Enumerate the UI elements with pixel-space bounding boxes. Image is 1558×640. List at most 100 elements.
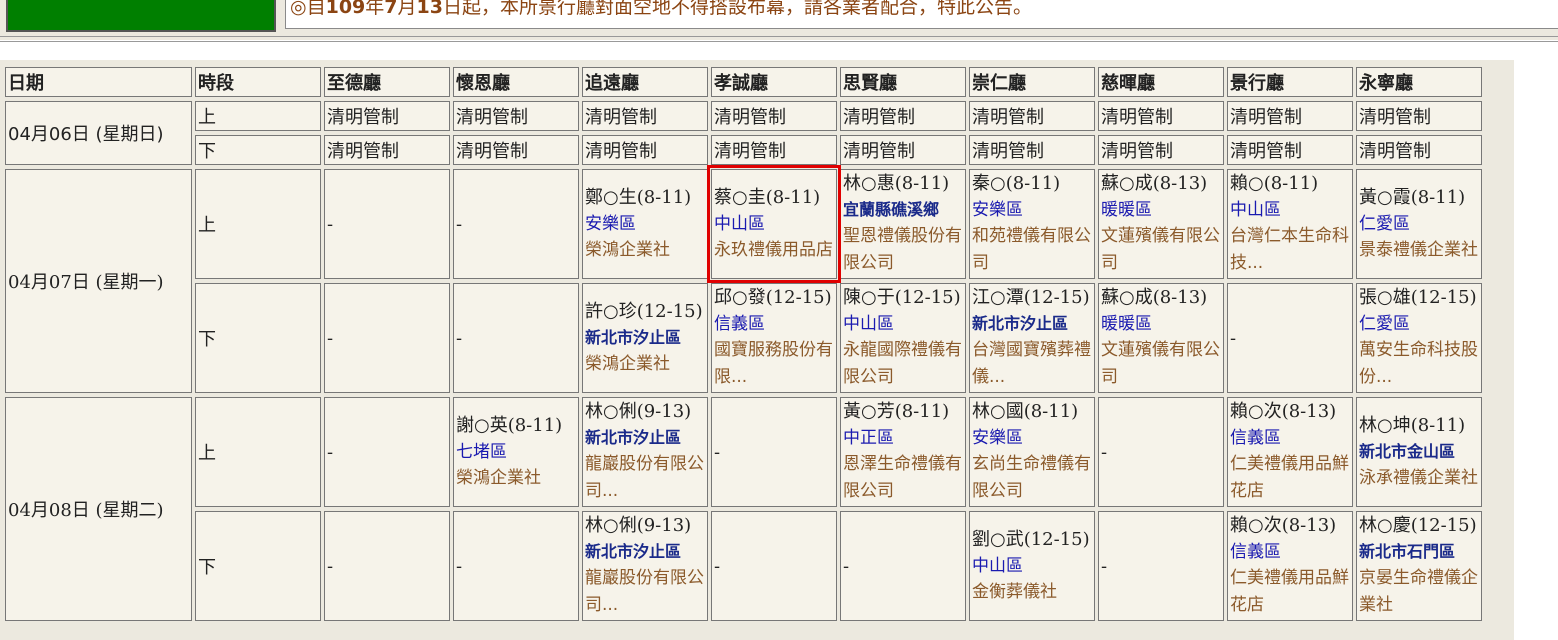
empty-cell: - — [453, 511, 579, 621]
district-link[interactable]: 新北市汐止區 — [972, 311, 1092, 337]
empty-cell: - — [453, 169, 579, 279]
empty-cell: - — [711, 511, 837, 621]
booking-cell: 蘇○成(8-13) 暖暖區文蓮殯儀有限公司 — [1098, 169, 1224, 279]
empty-cell: - — [324, 169, 450, 279]
empty-cell: - — [1227, 283, 1353, 393]
empty-cell: - — [324, 283, 450, 393]
funeral-firm: 永龍國際禮儀有限公司 — [843, 340, 962, 387]
funeral-firm: 仁美禮儀用品鮮花店 — [1230, 454, 1349, 501]
booking-cell: 張○雄(12-15) 仁愛區 萬安生命科技股份... — [1356, 283, 1482, 393]
empty-cell: - — [324, 397, 450, 507]
district-link[interactable]: 暖暖區 — [1101, 311, 1221, 337]
empty-cell: - — [453, 283, 579, 393]
deceased-name: 蘇○成(8-13) — [1101, 173, 1208, 194]
district-link[interactable]: 信義區 — [1230, 539, 1350, 565]
deceased-name: 陳○于(12-15) — [843, 287, 961, 308]
district-link[interactable]: 中正區 — [843, 425, 963, 451]
district-link[interactable]: 安樂區 — [972, 425, 1092, 451]
funeral-firm: 永玖禮儀用品店 — [714, 239, 833, 260]
district-link[interactable]: 中山區 — [1230, 197, 1350, 223]
deceased-name: 賴○次(8-13) — [1230, 401, 1337, 422]
booking-cell: 清明管制 — [324, 101, 450, 131]
district-link[interactable]: 新北市汐止區 — [585, 425, 705, 451]
district-link[interactable]: 中山區 — [714, 211, 834, 237]
empty-cell: - — [840, 511, 966, 621]
district-link[interactable]: 信義區 — [714, 311, 834, 337]
district-link[interactable]: 新北市石門區 — [1359, 539, 1479, 565]
booking-cell: 黃○霞(8-11) 仁愛區 景泰禮儀企業社 — [1356, 169, 1482, 279]
district-link[interactable]: 仁愛區 — [1359, 211, 1479, 237]
funeral-firm: 榮鴻企業社 — [585, 353, 670, 374]
deceased-name: 林○俐(9-13) — [585, 401, 692, 422]
funeral-firm: 恩澤生命禮儀有限公司 — [843, 454, 962, 501]
booking-cell: 林○俐(9-13) 新北市汐止區龍巖股份有限公司... — [582, 511, 708, 621]
deceased-name: 蔡○圭(8-11) — [714, 186, 821, 208]
funeral-firm: 文蓮殯儀有限公司 — [1101, 226, 1220, 273]
booking-cell: 林○慶(12-15) 新北市石門區 京晏生命禮儀企業社 — [1356, 511, 1482, 621]
table-row: 04月08日 (星期二) 上 - 謝○英(8-11) 七堵區 榮鴻企業社 林○俐(9-13)… — [5, 397, 1482, 621]
column-header: 慈暉廳 — [1098, 67, 1224, 97]
funeral-firm: 榮鴻企業社 — [585, 239, 670, 260]
empty-cell: - — [324, 511, 450, 621]
district-link[interactable]: 新北市汐止區 — [585, 325, 705, 351]
deceased-name: 林○俐(9-13) — [585, 515, 692, 536]
booking-cell: 林○俐(9-13) 新北市汐止區 龍巖股份有限公司... — [582, 397, 708, 507]
funeral-firm: 國寶服務股份有限... — [714, 340, 833, 387]
booking-cell: 清明管制 — [969, 101, 1095, 131]
deceased-name: 江○潭(12-15) — [972, 287, 1090, 308]
funeral-firm: 和苑禮儀有限公司 — [972, 226, 1091, 273]
deceased-name: 林○坤(8-11) — [1359, 414, 1466, 436]
booking-cell: 清明管制 — [711, 135, 837, 165]
booking-cell: 清明管制 — [1098, 101, 1224, 131]
funeral-firm: 聖恩禮儀股份有限公司 — [843, 226, 962, 273]
time-slot-cell: 上 — [195, 169, 321, 279]
time-slot-cell: 上 — [195, 101, 321, 131]
booking-cell: 賴○次(8-13) 信義區 仁美禮儀用品鮮花店 — [1227, 511, 1353, 621]
table-row: 下 - - 林○俐(9-13) 新北市汐止區 龍巖股份有限公司... - - 劉○武(12-15… — [5, 511, 1482, 621]
booking-cell: 劉○武(12-15) 中山區 金衡葬儀社 — [969, 511, 1095, 621]
funeral-firm: 榮鴻企業社 — [456, 467, 541, 488]
district-link[interactable]: 中山區 — [972, 553, 1092, 579]
district-link[interactable]: 新北市汐止區 — [585, 539, 705, 565]
divider — [0, 36, 1558, 42]
time-slot-cell: 上 — [195, 397, 321, 507]
booking-cell: 清明管制 — [1227, 135, 1353, 165]
booking-cell: 清明管制 — [582, 135, 708, 165]
time-slot-cell: 下 — [195, 283, 321, 393]
booking-cell: 清明管制 — [840, 135, 966, 165]
column-header: 永寧廳 — [1356, 67, 1482, 97]
column-header: 懷恩廳 — [453, 67, 579, 97]
district-link[interactable]: 宜蘭縣礁溪鄉 — [843, 197, 963, 223]
deceased-name: 鄭○生(8-11) — [585, 186, 692, 208]
deceased-name: 張○雄(12-15) — [1359, 287, 1477, 308]
deceased-name: 林○慶(12-15) — [1359, 515, 1477, 536]
district-link[interactable]: 七堵區 — [456, 439, 576, 465]
district-link[interactable]: 暖暖區 — [1101, 197, 1221, 223]
district-link[interactable]: 中山區 — [843, 311, 963, 337]
district-link[interactable]: 安樂區 — [972, 197, 1092, 223]
date-cell: 04月07日 (星期一) — [5, 169, 192, 393]
funeral-firm: 台灣仁本生命科技... — [1230, 226, 1349, 273]
column-header: 時段 — [195, 67, 321, 97]
date-cell: 04月06日 (星期日) — [5, 101, 192, 165]
district-link[interactable]: 仁愛區 — [1359, 311, 1479, 337]
district-link[interactable]: 新北市金山區 — [1359, 439, 1479, 465]
deceased-name: 秦○(8-11) — [972, 173, 1061, 194]
table-row: 下清明管制 清明管制 清明管制 清明管制 清明管制 清明管制 清明管制 清明管制 清明管制 — [5, 135, 1482, 165]
district-link[interactable]: 安樂區 — [585, 211, 705, 237]
booking-cell: 黃○芳(8-11) 中正區 恩澤生命禮儀有限公司 — [840, 397, 966, 507]
highlighted-booking-cell: 蔡○圭(8-11) 中山區 永玖禮儀用品店 — [707, 165, 841, 283]
district-link[interactable]: 信義區 — [1230, 425, 1350, 451]
booking-cell: 林○惠(8-11) 宜蘭縣礁溪鄉 聖恩禮儀股份有限公司 — [840, 169, 966, 279]
time-slot-cell: 下 — [195, 135, 321, 165]
funeral-firm: 玄尚生命禮儀有限公司 — [972, 454, 1091, 501]
booking-cell: 清明管制 — [1356, 135, 1482, 165]
booking-cell: 清明管制 — [969, 135, 1095, 165]
funeral-firm: 龍巖股份有限公司... — [585, 568, 704, 615]
column-header: 日期 — [5, 67, 192, 97]
hall-schedule-table: 日期 時段 至德廳 懷恩廳 追遠廳 孝誠廳 思賢廳 崇仁廳 慈暉廳 景行廳 永寧廳 04月06日 (… — [2, 63, 1485, 625]
top-bar: ◎自109年7月13日起，本所景行廳對面空地不得搭設布幕，請各業者配合，特此公告… — [0, 0, 1558, 42]
column-header: 思賢廳 — [840, 67, 966, 97]
booking-cell: 清明管制 — [453, 101, 579, 131]
booking-cell: 陳○于(12-15) 中山區永龍國際禮儀有限公司 — [840, 283, 966, 393]
